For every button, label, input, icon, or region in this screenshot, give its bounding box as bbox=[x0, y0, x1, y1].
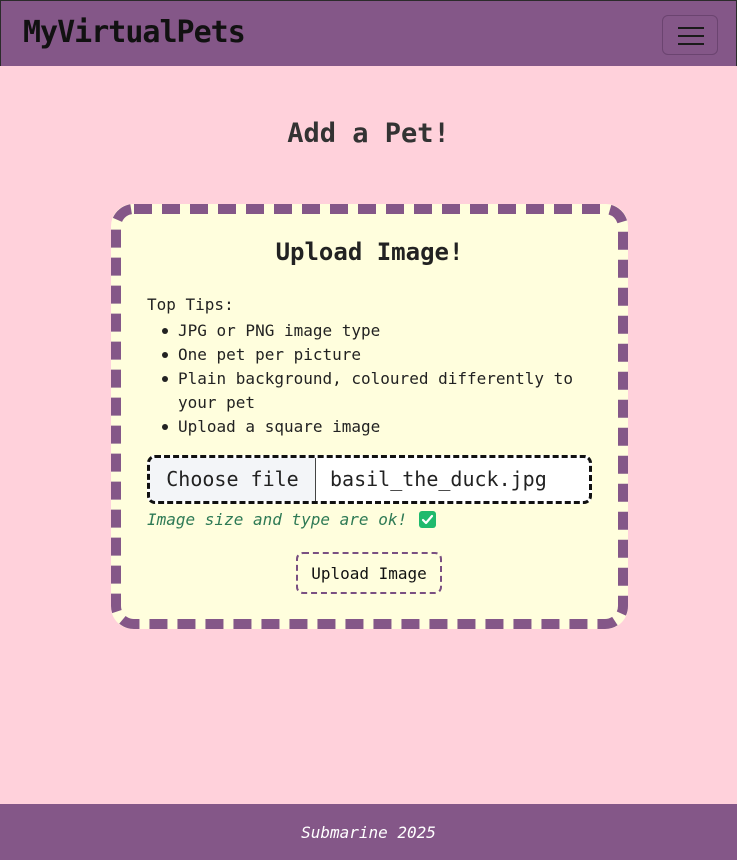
navbar: MyVirtualPets bbox=[0, 0, 737, 66]
tip-item: Upload a square image bbox=[147, 415, 587, 439]
validation-message: Image size and type are ok! bbox=[147, 510, 408, 529]
tip-item: One pet per picture bbox=[147, 343, 587, 367]
validation-status: Image size and type are ok! bbox=[147, 510, 437, 529]
hamburger-menu-icon bbox=[678, 27, 704, 45]
tip-item: Plain background, coloured differently t… bbox=[147, 367, 587, 415]
footer: Submarine 2025 bbox=[0, 804, 737, 860]
choose-file-button[interactable]: Choose file bbox=[150, 458, 316, 501]
tips-list: JPG or PNG image type One pet per pictur… bbox=[147, 319, 587, 439]
checkbox-checked-icon bbox=[419, 511, 437, 528]
upload-card-title: Upload Image! bbox=[275, 238, 464, 266]
menu-toggle-button[interactable] bbox=[662, 15, 718, 55]
selected-file-name: basil_the_duck.jpg bbox=[330, 467, 547, 491]
image-file-input[interactable]: Choose file basil_the_duck.jpg bbox=[147, 455, 592, 504]
brand-logo[interactable]: MyVirtualPets bbox=[23, 15, 246, 50]
tips-heading: Top Tips: bbox=[147, 295, 234, 314]
footer-text: Submarine 2025 bbox=[301, 823, 436, 842]
tip-item: JPG or PNG image type bbox=[147, 319, 587, 343]
upload-image-button[interactable]: Upload Image bbox=[296, 552, 442, 594]
page-title: Add a Pet! bbox=[287, 118, 450, 149]
